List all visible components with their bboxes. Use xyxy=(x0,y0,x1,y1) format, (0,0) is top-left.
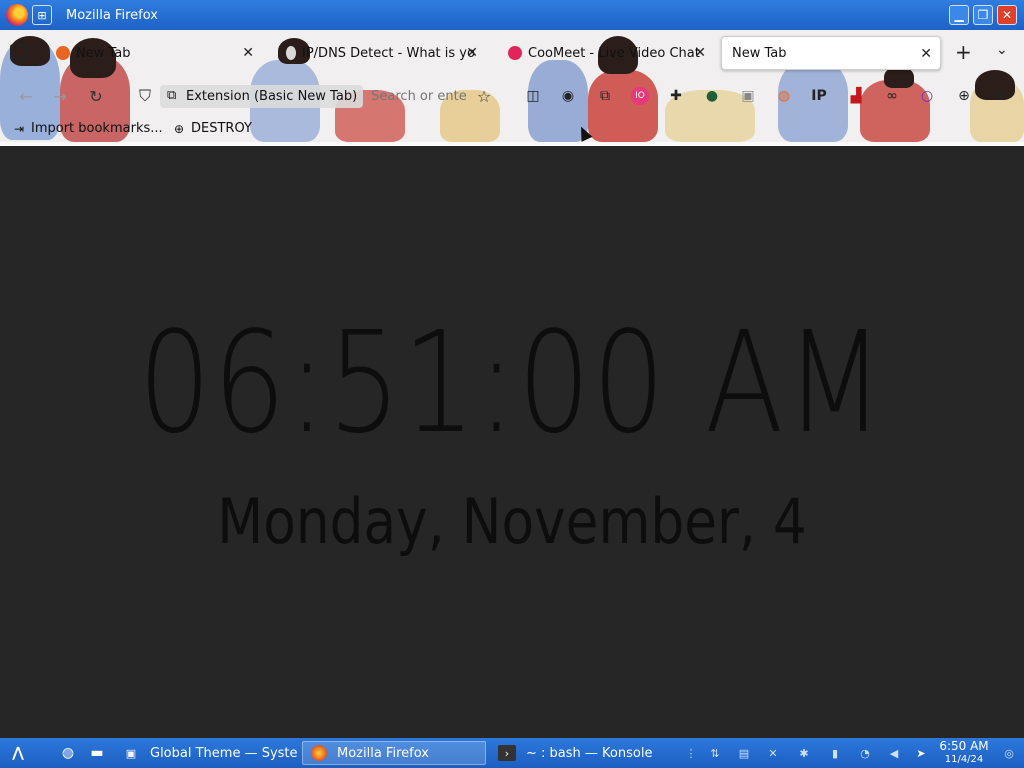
import-icon: ⇥ xyxy=(13,121,25,136)
hamburger-menu-icon[interactable]: ≡ xyxy=(991,87,1009,105)
tab-title: CooMeet - Live Video Chat xyxy=(528,45,700,61)
bookmark-label: DESTROY xyxy=(191,121,252,136)
pocket-icon[interactable]: ◫ xyxy=(524,87,542,105)
site-favicon-icon xyxy=(286,46,296,60)
forward-arrow-icon[interactable]: → xyxy=(48,84,72,108)
firefox-favicon-icon xyxy=(56,46,70,60)
bookmark-import[interactable]: ⇥ Import bookmarks... xyxy=(12,121,163,136)
apps-grid-plus-icon[interactable]: ✚ xyxy=(667,87,685,105)
taskbar-time: 6:50 AM xyxy=(939,739,989,753)
extension-identity-label[interactable]: Extension (Basic New Tab) xyxy=(160,84,364,108)
settings-icon: ▣ xyxy=(125,746,137,760)
show-desktop-icon[interactable]: ◎ xyxy=(1002,746,1016,760)
new-tab-page: 06:51:00 AM Monday, November, 4 xyxy=(0,146,1024,738)
window-titlebar: ⊞ Mozilla Firefox ▁ ❐ ✕ xyxy=(0,0,1024,30)
task-label: ~ : bash — Konsole xyxy=(526,745,653,761)
tracking-shield-icon[interactable]: ⛉ xyxy=(133,84,157,108)
device-icon[interactable]: ▮ xyxy=(828,746,842,760)
bookmarks-toolbar: ⇥ Import bookmarks... ⊕ DESTROY xyxy=(0,118,1024,142)
firefox-icon xyxy=(311,745,327,761)
globe-icon: ⊕ xyxy=(173,121,185,136)
close-tab-icon[interactable]: ✕ xyxy=(920,46,932,62)
taskbar-date: 11/4/24 xyxy=(944,754,984,765)
firefox-logo-icon[interactable] xyxy=(6,4,28,26)
bookmark-destroy[interactable]: ⊕ DESTROY xyxy=(172,121,252,136)
notifications-muted-icon[interactable]: ✕ xyxy=(766,746,780,760)
taskbar: ⋀ ◍ ▬ ▣ Global Theme — Syste... Mozilla … xyxy=(0,738,1024,768)
ip-text-icon[interactable]: IP xyxy=(810,87,828,105)
cursor-tray-icon: ➤ xyxy=(916,746,926,760)
tab-new-tab-1[interactable]: New Tab ✕ xyxy=(56,36,262,70)
vpn-globe-icon[interactable]: ● xyxy=(703,87,721,105)
clipboard-icon[interactable]: ▤ xyxy=(737,746,751,760)
close-tab-icon[interactable]: ✕ xyxy=(466,45,478,61)
updates-icon[interactable]: ◔ xyxy=(858,746,872,760)
url-bar[interactable]: Extension (Basic New Tab) xyxy=(160,81,476,111)
file-manager-icon[interactable]: ▬ xyxy=(87,743,107,763)
task-mozilla-firefox[interactable]: Mozilla Firefox xyxy=(302,741,486,765)
navigation-toolbar: ← → ↻ ⛉ Extension (Basic New Tab) ☆ ◫ ◉ … xyxy=(0,78,1024,114)
taskbar-clock[interactable]: 6:50 AM 11/4/24 xyxy=(934,740,994,766)
browser-chrome: New Tab ✕ IP/DNS Detect - What is yo ✕ C… xyxy=(0,30,1024,142)
close-window-button[interactable]: ✕ xyxy=(997,5,1017,25)
url-search-input[interactable] xyxy=(371,88,468,104)
browser-launcher-icon[interactable]: ◍ xyxy=(58,743,78,763)
tab-strip: New Tab ✕ IP/DNS Detect - What is yo ✕ C… xyxy=(0,34,1024,70)
account-icon[interactable]: ◉ xyxy=(559,87,577,105)
firefox-view-icon[interactable] xyxy=(10,44,28,60)
extensions-puzzle-icon[interactable]: ⧉ xyxy=(596,87,614,105)
window-title: Mozilla Firefox xyxy=(66,7,158,23)
list-all-tabs-chevron-icon[interactable]: ⌄ xyxy=(996,42,1008,58)
spy-glasses-icon[interactable]: ∞ xyxy=(883,87,901,105)
cookie-extension-icon[interactable]: ▣ xyxy=(739,87,757,105)
new-tab-plus-icon[interactable]: + xyxy=(955,40,972,64)
task-global-theme[interactable]: ▣ Global Theme — Syste... xyxy=(114,741,298,765)
bookmark-star-icon[interactable]: ☆ xyxy=(472,84,496,108)
task-label: Global Theme — Syste... xyxy=(150,745,298,761)
webrtc-extension-icon[interactable]: IO xyxy=(631,87,649,105)
clock-time: 06:51:00 AM xyxy=(138,302,886,465)
tab-ip-dns-detect[interactable]: IP/DNS Detect - What is yo ✕ xyxy=(286,36,486,70)
tab-title: New Tab xyxy=(732,45,787,61)
clock-date: Monday, November, 4 xyxy=(217,485,807,558)
heart-favicon-icon xyxy=(508,46,522,60)
red-blocks-icon[interactable]: ▟ xyxy=(847,87,865,105)
tab-title: IP/DNS Detect - What is yo xyxy=(302,45,475,61)
purple-ring-icon[interactable]: ○ xyxy=(918,87,936,105)
tab-title: New Tab xyxy=(76,45,131,61)
bookmark-label: Import bookmarks... xyxy=(31,121,163,136)
addon-orange-icon[interactable]: ◍ xyxy=(775,87,793,105)
ip-magnifier-icon[interactable]: ⊕ xyxy=(955,87,973,105)
close-tab-icon[interactable]: ✕ xyxy=(694,45,706,61)
network-icon[interactable]: ⇅ xyxy=(708,746,722,760)
reload-icon[interactable]: ↻ xyxy=(84,84,108,108)
close-tab-icon[interactable]: ✕ xyxy=(242,45,254,61)
maximize-button[interactable]: ❐ xyxy=(973,5,993,25)
task-konsole[interactable]: › ~ : bash — Konsole xyxy=(490,741,670,765)
volume-icon[interactable]: ◀ xyxy=(887,746,901,760)
minimize-button[interactable]: ▁ xyxy=(949,5,969,25)
tab-coomeet[interactable]: CooMeet - Live Video Chat ✕ xyxy=(508,36,714,70)
bluetooth-icon[interactable]: ✱ xyxy=(797,746,811,760)
terminal-icon: › xyxy=(498,745,516,761)
tray-handle-icon: ⋮ xyxy=(685,746,697,760)
tab-new-tab-active[interactable]: New Tab ✕ xyxy=(721,36,941,70)
task-label: Mozilla Firefox xyxy=(337,745,429,761)
back-arrow-icon[interactable]: ← xyxy=(14,84,38,108)
app-menu-grid-icon[interactable]: ⊞ xyxy=(32,5,52,25)
app-launcher-icon[interactable]: ⋀ xyxy=(8,743,28,763)
